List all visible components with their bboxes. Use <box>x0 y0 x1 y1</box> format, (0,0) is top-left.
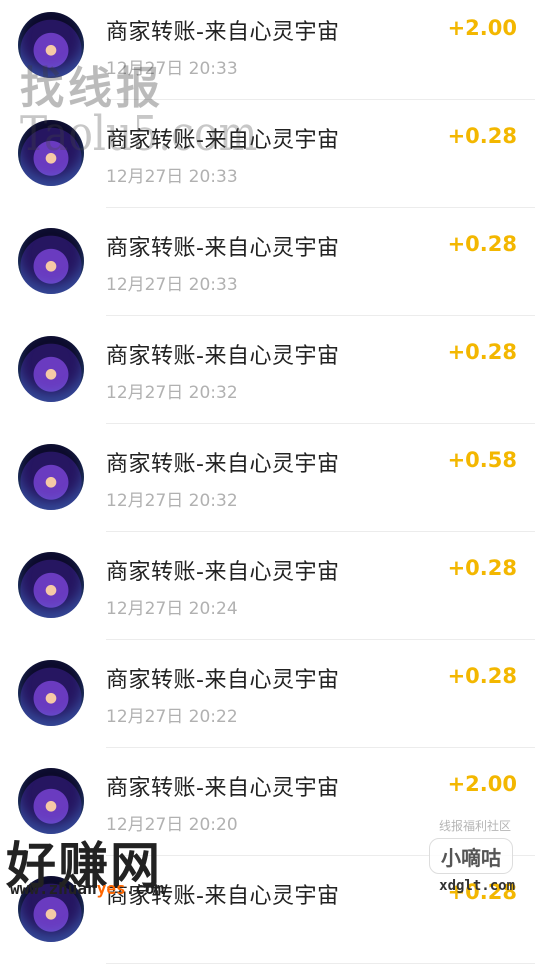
transaction-row[interactable]: 商家转账-来自心灵宇宙 12月27日 20:24 +0.28 <box>0 532 535 640</box>
transaction-time: 12月27日 20:33 <box>106 59 238 79</box>
transaction-row[interactable]: 商家转账-来自心灵宇宙 12月27日 20:33 +0.28 <box>0 100 535 208</box>
transaction-row[interactable]: 商家转账-来自心灵宇宙 12月27日 20:22 +0.28 <box>0 640 535 748</box>
transaction-amount: +0.28 <box>447 340 517 364</box>
transaction-title: 商家转账-来自心灵宇宙 <box>106 668 340 693</box>
merchant-avatar <box>18 12 84 78</box>
merchant-avatar <box>18 228 84 294</box>
transaction-time: 12月27日 20:33 <box>106 167 238 187</box>
merchant-avatar <box>18 336 84 402</box>
transaction-time: 12月27日 20:32 <box>106 383 238 403</box>
transaction-title: 商家转账-来自心灵宇宙 <box>106 452 340 477</box>
transaction-amount: +2.00 <box>447 16 517 40</box>
transaction-amount: +0.28 <box>447 880 517 904</box>
transaction-time: 12月27日 20:24 <box>106 599 238 619</box>
transaction-title: 商家转账-来自心灵宇宙 <box>106 20 340 45</box>
transaction-title: 商家转账-来自心灵宇宙 <box>106 236 340 261</box>
transaction-time: 12月27日 20:22 <box>106 707 238 727</box>
transaction-time: 12月27日 20:33 <box>106 275 238 295</box>
transaction-row[interactable]: 商家转账-来自心灵宇宙 12月27日 20:32 +0.28 <box>0 316 535 424</box>
transaction-row[interactable]: 商家转账-来自心灵宇宙 12月27日 20:20 +2.00 <box>0 748 535 856</box>
transaction-time: 12月27日 20:32 <box>106 491 238 511</box>
transaction-row[interactable]: 商家转账-来自心灵宇宙 +0.28 <box>0 856 535 964</box>
merchant-avatar <box>18 120 84 186</box>
transaction-row[interactable]: 商家转账-来自心灵宇宙 12月27日 20:33 +2.00 <box>0 0 535 100</box>
merchant-avatar <box>18 768 84 834</box>
merchant-avatar <box>18 876 84 942</box>
transaction-amount: +0.28 <box>447 556 517 580</box>
transaction-title: 商家转账-来自心灵宇宙 <box>106 344 340 369</box>
transaction-title: 商家转账-来自心灵宇宙 <box>106 776 340 801</box>
transaction-amount: +0.28 <box>447 232 517 256</box>
merchant-avatar <box>18 444 84 510</box>
transaction-amount: +2.00 <box>447 772 517 796</box>
transaction-amount: +0.58 <box>447 448 517 472</box>
transaction-row[interactable]: 商家转账-来自心灵宇宙 12月27日 20:32 +0.58 <box>0 424 535 532</box>
transaction-row[interactable]: 商家转账-来自心灵宇宙 12月27日 20:33 +0.28 <box>0 208 535 316</box>
merchant-avatar <box>18 552 84 618</box>
transaction-title: 商家转账-来自心灵宇宙 <box>106 884 340 909</box>
transaction-list: 商家转账-来自心灵宇宙 12月27日 20:33 +2.00 商家转账-来自心灵… <box>0 0 535 964</box>
transaction-amount: +0.28 <box>447 664 517 688</box>
transaction-title: 商家转账-来自心灵宇宙 <box>106 560 340 585</box>
transaction-title: 商家转账-来自心灵宇宙 <box>106 128 340 153</box>
transaction-time: 12月27日 20:20 <box>106 815 238 835</box>
transaction-amount: +0.28 <box>447 124 517 148</box>
merchant-avatar <box>18 660 84 726</box>
